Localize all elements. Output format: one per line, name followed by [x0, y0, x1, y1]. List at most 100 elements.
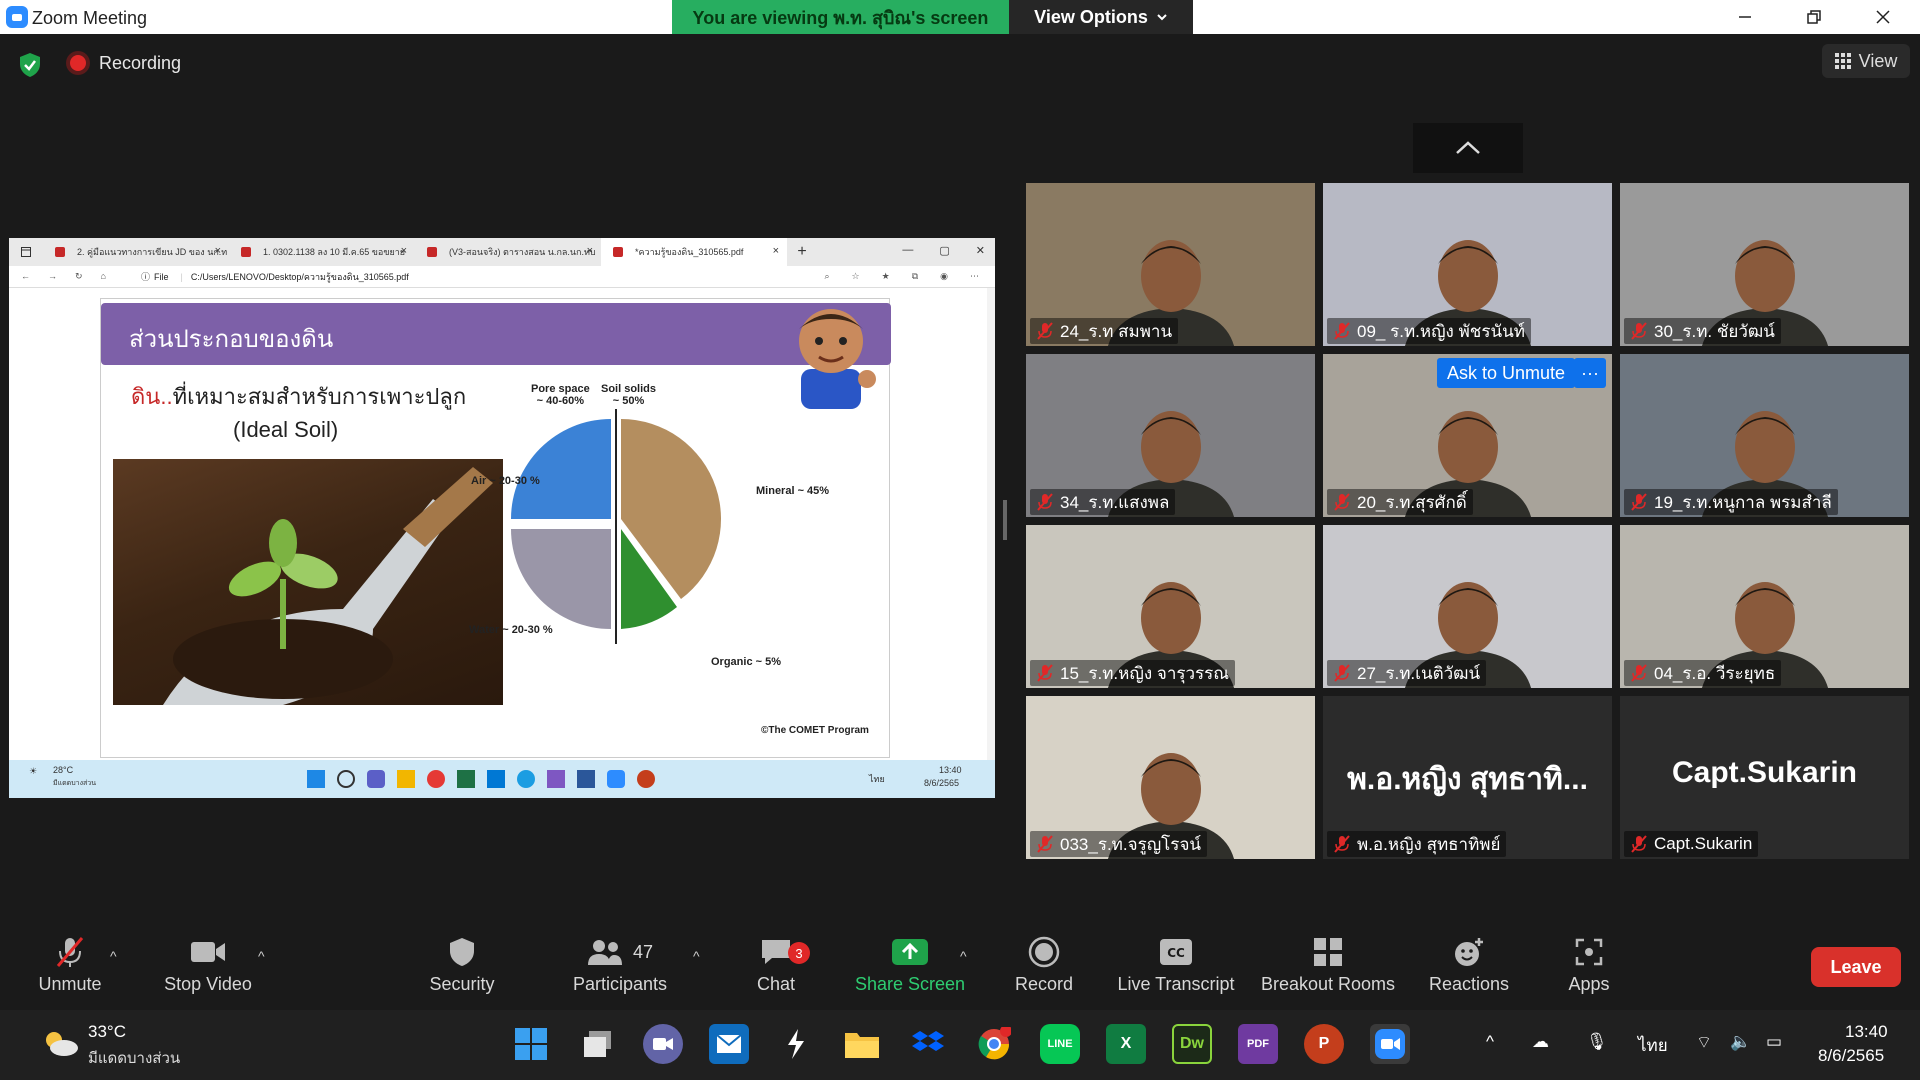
- close-icon[interactable]: ✕: [976, 244, 985, 257]
- live-transcript-button[interactable]: CC Live Transcript: [1106, 930, 1246, 1010]
- close-tab-icon[interactable]: ×: [773, 245, 779, 257]
- weather-temperature[interactable]: 33°C: [88, 1022, 126, 1042]
- participants-options-caret[interactable]: ^: [693, 948, 700, 964]
- onedrive-icon[interactable]: ☁: [1532, 1032, 1549, 1052]
- info-icon[interactable]: ⓘ: [141, 270, 150, 283]
- task-view-icon[interactable]: [578, 1024, 618, 1064]
- chat-button[interactable]: Chat 3: [706, 930, 846, 1010]
- windows-start-icon[interactable]: [307, 770, 325, 788]
- zoom-taskbar-icon[interactable]: [1370, 1024, 1410, 1064]
- tab-actions-icon[interactable]: [9, 238, 43, 266]
- dropbox-icon[interactable]: [908, 1024, 948, 1064]
- weather-icon[interactable]: [40, 1028, 80, 1058]
- share-screen-button[interactable]: Share Screen: [840, 930, 980, 1010]
- mail-icon[interactable]: [709, 1024, 749, 1064]
- ask-to-unmute-button[interactable]: Ask to Unmute: [1437, 358, 1576, 388]
- home-icon[interactable]: ⌂: [101, 271, 106, 282]
- browser-tab[interactable]: (V3-สอนจริง) ตารางสอน น.กล.นก.ทบ ×: [415, 238, 601, 266]
- chrome-icon[interactable]: [427, 770, 445, 788]
- zoom-icon[interactable]: ⌕: [825, 271, 830, 282]
- participant-tile[interactable]: 19_ร.ท.หนูกาล พรมสำลี: [1620, 354, 1909, 517]
- menu-icon[interactable]: ⋯: [970, 271, 979, 282]
- pdf-scrollbar[interactable]: [987, 288, 995, 760]
- teams-chat-icon[interactable]: [643, 1024, 683, 1064]
- participant-tile[interactable]: 24_ร.ท สมพาน: [1026, 183, 1315, 346]
- participant-tile[interactable]: 27_ร.ท.เนติวัฒน์: [1323, 525, 1612, 688]
- browser-tab-active[interactable]: *ความรู้ของดิน_310565.pdf ×: [601, 238, 787, 266]
- restore-button[interactable]: [1779, 0, 1848, 34]
- weather-description[interactable]: มีแดดบางส่วน: [88, 1046, 180, 1070]
- video-options-caret[interactable]: ^: [258, 948, 265, 964]
- close-tab-icon[interactable]: ×: [401, 245, 407, 257]
- minimize-button[interactable]: [1710, 0, 1779, 34]
- excel-icon[interactable]: X: [1106, 1024, 1146, 1064]
- address-field[interactable]: C:/Users/LENOVO/Desktop/ความรู้ของดิน_31…: [191, 270, 409, 284]
- clock-date[interactable]: 8/6/2565: [1818, 1046, 1884, 1066]
- word-icon[interactable]: [577, 770, 595, 788]
- stop-video-button[interactable]: Stop Video: [138, 930, 278, 1010]
- minimize-icon[interactable]: —: [902, 244, 913, 257]
- shared-screen[interactable]: 2. คู่มือแนวทางการเขียน JD ของ นก.ท × 1. …: [9, 238, 995, 798]
- security-button[interactable]: Security: [392, 930, 532, 1010]
- participant-tile[interactable]: 09_ ร.ท.หญิง พัชรนันท์: [1323, 183, 1612, 346]
- browser-tab[interactable]: 1. 0302.1138 ลง 10 มี.ค.65 ขอขยาย ×: [229, 238, 415, 266]
- store-icon[interactable]: [547, 770, 565, 788]
- windows-start-icon[interactable]: [511, 1024, 551, 1064]
- leave-button[interactable]: Leave: [1811, 947, 1901, 987]
- powerpoint-icon[interactable]: [637, 770, 655, 788]
- forward-icon[interactable]: →: [48, 271, 57, 282]
- clock-time[interactable]: 13:40: [1845, 1022, 1888, 1042]
- participant-tile[interactable]: 30_ร.ท. ชัยวัฒน์: [1620, 183, 1909, 346]
- participant-tile[interactable]: 04_ร.อ. วีระยุทธ: [1620, 525, 1909, 688]
- powerpoint-icon[interactable]: P: [1304, 1024, 1344, 1064]
- panel-splitter[interactable]: [1003, 500, 1007, 540]
- line-icon[interactable]: LINE: [1040, 1024, 1080, 1064]
- battery-icon[interactable]: ▭: [1766, 1032, 1782, 1052]
- wifi-icon[interactable]: ⌔: [1696, 1032, 1712, 1053]
- reactions-button[interactable]: Reactions: [1399, 930, 1539, 1010]
- participants-button[interactable]: 47 Participants: [550, 930, 690, 1010]
- dreamweaver-icon[interactable]: Dw: [1172, 1024, 1212, 1064]
- back-icon[interactable]: ←: [21, 271, 30, 282]
- participant-tile[interactable]: 20_ร.ท.สุรศักดิ์ Ask to Unmute ···: [1323, 354, 1612, 517]
- microphone-icon[interactable]: 🎙: [1586, 1032, 1608, 1052]
- close-tab-icon[interactable]: ×: [215, 245, 221, 257]
- close-tab-icon[interactable]: ×: [587, 245, 593, 257]
- recording-label[interactable]: Recording: [99, 53, 181, 74]
- app-bolt-icon[interactable]: [776, 1024, 816, 1064]
- favorite-icon[interactable]: ☆: [852, 271, 860, 282]
- folder-icon[interactable]: [397, 770, 415, 788]
- encryption-shield-icon[interactable]: [18, 52, 42, 78]
- new-tab-button[interactable]: +: [787, 243, 817, 261]
- participant-tile[interactable]: พ.อ.หญิง สุทธาทิ... พ.อ.หญิง สุทธาทิพย์: [1323, 696, 1612, 859]
- edge-icon[interactable]: [517, 770, 535, 788]
- mail-icon[interactable]: [487, 770, 505, 788]
- language-indicator[interactable]: ไทย: [1638, 1032, 1668, 1059]
- browser-tab[interactable]: 2. คู่มือแนวทางการเขียน JD ของ นก.ท ×: [43, 238, 229, 266]
- file-explorer-icon[interactable]: [842, 1024, 882, 1064]
- share-options-caret[interactable]: ^: [960, 948, 967, 964]
- favorites-icon[interactable]: ★: [882, 271, 890, 282]
- unmute-button[interactable]: Unmute: [0, 930, 140, 1010]
- zoom-icon[interactable]: [607, 770, 625, 788]
- more-options-button[interactable]: ···: [1574, 358, 1606, 388]
- search-icon[interactable]: [337, 770, 355, 788]
- collapse-gallery-button[interactable]: [1413, 123, 1523, 173]
- audio-options-caret[interactable]: ^: [110, 948, 117, 964]
- excel-icon[interactable]: [457, 770, 475, 788]
- view-options-button[interactable]: View Options: [1009, 0, 1193, 34]
- show-hidden-icons-icon[interactable]: ^: [1486, 1032, 1494, 1052]
- restore-icon[interactable]: ▢: [939, 244, 949, 257]
- collections-icon[interactable]: ⧉: [912, 271, 918, 282]
- teams-icon[interactable]: [367, 770, 385, 788]
- pdf-app-icon[interactable]: PDF: [1238, 1024, 1278, 1064]
- participant-tile[interactable]: 15_ร.ท.หญิง จารุวรรณ: [1026, 525, 1315, 688]
- participant-tile[interactable]: 34_ร.ท.แสงพล: [1026, 354, 1315, 517]
- profile-icon[interactable]: ◉: [940, 271, 948, 282]
- refresh-icon[interactable]: ↻: [75, 271, 83, 282]
- close-button[interactable]: [1848, 0, 1917, 34]
- chrome-icon[interactable]: [974, 1024, 1014, 1064]
- participant-tile[interactable]: Capt.Sukarin Capt.Sukarin: [1620, 696, 1909, 859]
- breakout-rooms-button[interactable]: Breakout Rooms: [1258, 930, 1398, 1010]
- record-button[interactable]: Record: [974, 930, 1114, 1010]
